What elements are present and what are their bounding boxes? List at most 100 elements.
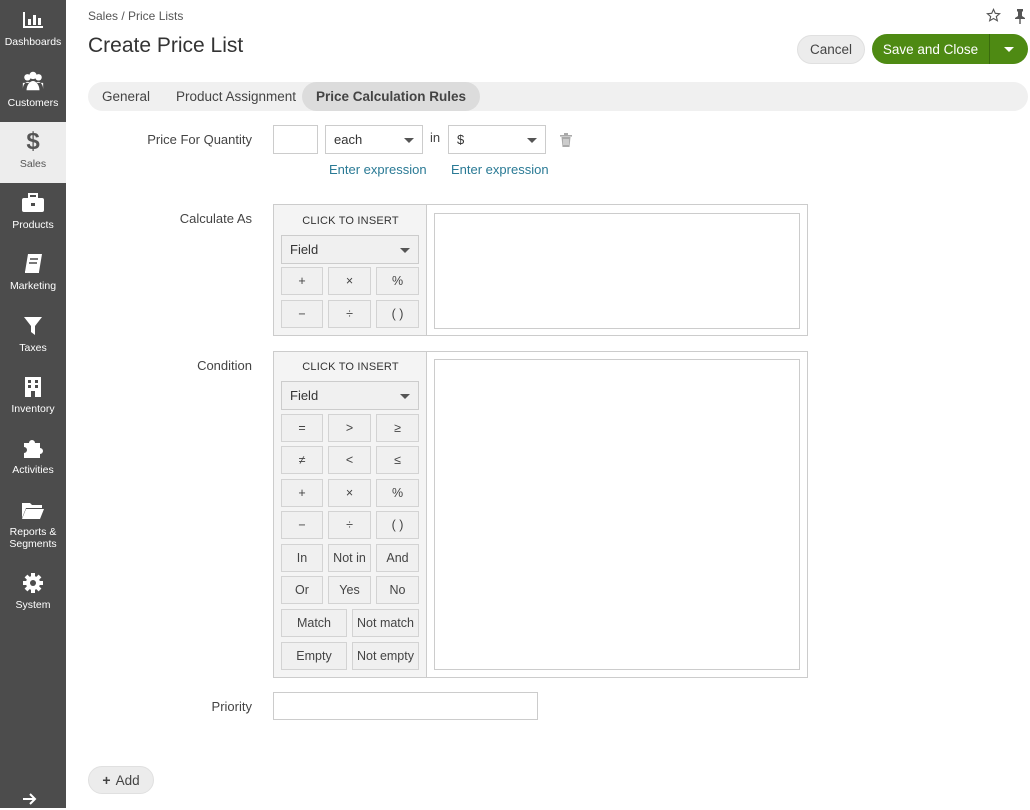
op-minus-button[interactable]: − xyxy=(281,511,323,540)
currency-select-value: $ xyxy=(457,132,465,147)
sidebar-item-label: Customers xyxy=(7,97,59,109)
click-to-insert-label: CLICK TO INSERT xyxy=(302,215,399,227)
chevron-down-icon xyxy=(527,137,537,143)
folder-icon xyxy=(21,498,45,522)
sidebar-item-reports-segments[interactable]: Reports & Segments xyxy=(0,490,66,556)
arrow-right-icon[interactable] xyxy=(22,792,40,806)
op-gt-button[interactable]: > xyxy=(328,414,371,442)
op-yes-button[interactable]: Yes xyxy=(328,576,371,604)
briefcase-icon xyxy=(21,191,45,215)
tab-product-assignment[interactable]: Product Assignment xyxy=(162,82,310,111)
add-rule-button[interactable]: + Add xyxy=(88,766,154,794)
field-select-value: Field xyxy=(290,242,319,257)
save-and-close-main[interactable]: Save and Close xyxy=(872,34,990,64)
dollar-icon: $ xyxy=(26,128,40,155)
filter-icon xyxy=(21,314,45,338)
pin-icon[interactable] xyxy=(1014,8,1030,24)
save-and-close-button[interactable]: Save and Close xyxy=(872,34,1028,64)
sidebar-item-label: Marketing xyxy=(9,280,57,292)
op-lt-button[interactable]: < xyxy=(328,446,371,475)
chevron-down-icon xyxy=(1004,46,1014,52)
op-divide-button[interactable]: ÷ xyxy=(328,511,371,540)
op-and-button[interactable]: And xyxy=(376,543,419,572)
op-neq-button[interactable]: ≠ xyxy=(281,446,323,475)
price-for-quantity-label: Price For Quantity xyxy=(147,132,252,147)
op-lte-button[interactable]: ≤ xyxy=(376,446,419,475)
trash-icon[interactable] xyxy=(560,133,572,147)
sidebar-item-label: Products xyxy=(12,219,54,231)
op-minus-button[interactable]: − xyxy=(281,300,323,328)
sidebar-item-label: Inventory xyxy=(11,403,55,415)
quantity-enter-expression-link[interactable]: Enter expression xyxy=(329,162,427,177)
page-title: Create Price List xyxy=(88,34,244,57)
book-icon xyxy=(21,252,45,276)
breadcrumb[interactable]: Sales / Price Lists xyxy=(88,9,183,23)
sidebar-item-label: System xyxy=(15,599,51,611)
top-icons xyxy=(986,8,1030,24)
sidebar-item-inventory[interactable]: Inventory xyxy=(0,367,66,428)
calculate-field-select[interactable]: Field xyxy=(281,235,419,264)
priority-input[interactable] xyxy=(273,692,538,720)
op-or-button[interactable]: Or xyxy=(281,576,323,604)
op-plus-button[interactable]: + xyxy=(281,478,323,507)
sidebar-item-dashboards[interactable]: Dashboards xyxy=(0,0,66,61)
op-multiply-button[interactable]: × xyxy=(328,267,371,295)
op-percent-button[interactable]: % xyxy=(376,478,419,507)
op-gte-button[interactable]: ≥ xyxy=(376,414,419,442)
op-no-button[interactable]: No xyxy=(376,576,419,604)
op-multiply-button[interactable]: × xyxy=(328,478,371,507)
op-not-in-button[interactable]: Not in xyxy=(328,543,371,572)
op-divide-button[interactable]: ÷ xyxy=(328,300,371,328)
chevron-down-icon xyxy=(400,247,410,253)
op-percent-button[interactable]: % xyxy=(376,267,419,295)
cancel-button[interactable]: Cancel xyxy=(797,35,865,64)
customers-icon xyxy=(21,69,45,93)
sidebar-item-label: Activities xyxy=(12,464,54,476)
condition-field-select[interactable]: Field xyxy=(281,381,419,410)
chevron-down-icon xyxy=(404,137,414,143)
sidebar-item-label: Sales xyxy=(19,158,47,170)
sidebar-item-marketing[interactable]: Marketing xyxy=(0,244,66,305)
sidebar-item-activities[interactable]: Activities xyxy=(0,428,66,489)
op-match-button[interactable]: Match xyxy=(281,609,347,637)
op-empty-button[interactable]: Empty xyxy=(281,641,347,670)
condition-palette: CLICK TO INSERT Field = > ≥ ≠ < ≤ + ×% − ÷( ) In No… xyxy=(274,352,427,677)
unit-select[interactable]: each xyxy=(325,125,423,154)
save-options-dropdown[interactable] xyxy=(990,34,1028,64)
sidebar-item-label: Reports & xyxy=(9,526,57,538)
sidebar-item-system[interactable]: System xyxy=(0,563,66,624)
op-parentheses-button[interactable]: ( ) xyxy=(376,300,419,328)
click-to-insert-label: CLICK TO INSERT xyxy=(302,361,399,373)
op-not-match-button[interactable]: Not match xyxy=(352,609,419,637)
add-label: Add xyxy=(115,772,140,788)
priority-label: Priority xyxy=(211,699,252,714)
sidebar-item-taxes[interactable]: Taxes xyxy=(0,306,66,367)
calculate-as-palette: CLICK TO INSERT Field + × % − ÷ ( ) xyxy=(274,205,427,335)
calculate-as-editor[interactable] xyxy=(434,213,800,329)
quantity-input[interactable] xyxy=(273,125,318,154)
sidebar-item-customers[interactable]: Customers xyxy=(0,61,66,122)
star-icon[interactable] xyxy=(986,8,1002,24)
currency-enter-expression-link[interactable]: Enter expression xyxy=(451,162,549,177)
calculate-as-label: Calculate As xyxy=(179,211,252,226)
main-sidebar: Dashboards Customers $ Sales Products Ma… xyxy=(0,0,66,808)
tab-general[interactable]: General xyxy=(88,82,164,111)
in-label: in xyxy=(430,130,441,145)
condition-label: Condition xyxy=(197,358,252,373)
sidebar-item-products[interactable]: Products xyxy=(0,183,66,244)
op-eq-button[interactable]: = xyxy=(281,414,323,442)
op-not-empty-button[interactable]: Not empty xyxy=(352,641,419,670)
condition-editor[interactable] xyxy=(434,359,800,670)
tab-price-calculation-rules[interactable]: Price Calculation Rules xyxy=(302,82,481,111)
currency-select[interactable]: $ xyxy=(448,125,546,154)
op-plus-button[interactable]: + xyxy=(281,267,323,295)
dashboards-icon xyxy=(21,8,45,32)
op-parentheses-button[interactable]: ( ) xyxy=(376,511,419,540)
condition-builder: CLICK TO INSERT Field = > ≥ ≠ < ≤ + ×% − ÷( ) In No… xyxy=(273,351,808,678)
sidebar-item-label-line2: Segments xyxy=(9,538,57,550)
puzzle-icon xyxy=(21,436,45,460)
gear-icon xyxy=(21,571,45,595)
calculate-as-builder: CLICK TO INSERT Field + × % − ÷ ( ) xyxy=(273,204,808,336)
op-in-button[interactable]: In xyxy=(281,543,323,572)
sidebar-item-sales[interactable]: $ Sales xyxy=(0,122,66,183)
